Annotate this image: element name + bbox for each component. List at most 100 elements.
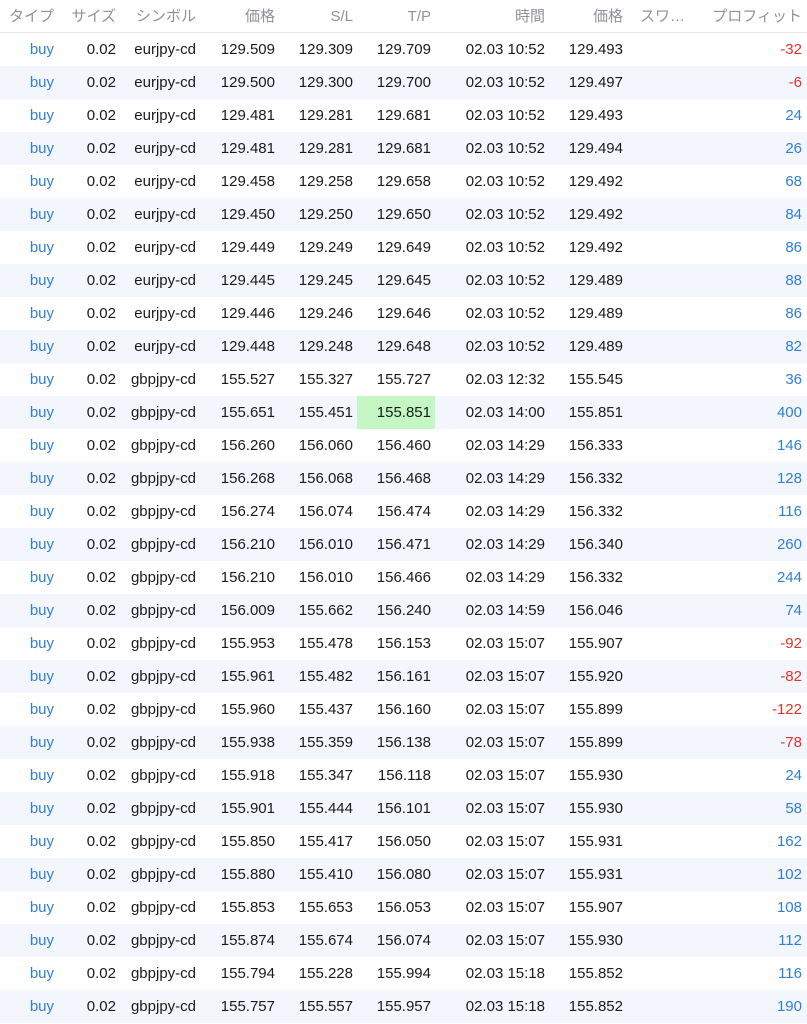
type-cell[interactable]: buy [0, 627, 54, 660]
table-row[interactable]: buy 0.02 gbpjpy-cd 156.009 155.662 156.240 02.… [0, 594, 807, 627]
time-cell: 02.03 15:07 [465, 800, 545, 817]
swap-cell [640, 660, 688, 693]
table-row[interactable]: buy 0.02 gbpjpy-cd 156.260 156.060 156.460 02.… [0, 429, 807, 462]
symbol-cell: gbpjpy-cd [130, 602, 196, 619]
take-profit-cell: 156.240 [376, 602, 431, 619]
type-cell[interactable]: buy [0, 726, 54, 759]
table-row[interactable]: buy 0.02 gbpjpy-cd 156.274 156.074 156.474 02.… [0, 495, 807, 528]
type-cell[interactable]: buy [0, 231, 54, 264]
table-row[interactable]: buy 0.02 gbpjpy-cd 155.960 155.437 156.160 02.… [0, 693, 807, 726]
table-row[interactable]: buy 0.02 gbpjpy-cd 155.880 155.410 156.080 02.… [0, 858, 807, 891]
profit-cell: -6 [788, 74, 802, 91]
table-row[interactable]: buy 0.02 gbpjpy-cd 155.757 155.557 155.957 02.… [0, 990, 807, 1023]
header-price[interactable]: 価格 [200, 0, 275, 33]
profit-cell: 74 [785, 602, 802, 619]
table-row[interactable]: buy 0.02 gbpjpy-cd 155.850 155.417 156.050 02.… [0, 825, 807, 858]
type-cell[interactable]: buy [0, 924, 54, 957]
header-time[interactable]: 時間 [436, 0, 545, 33]
profit-cell: 244 [776, 569, 802, 586]
table-row[interactable]: buy 0.02 gbpjpy-cd 156.268 156.068 156.468 02.… [0, 462, 807, 495]
table-row[interactable]: buy 0.02 gbpjpy-cd 155.794 155.228 155.994 02.… [0, 957, 807, 990]
table-row[interactable]: buy 0.02 eurjpy-cd 129.481 129.281 129.681 02.… [0, 99, 807, 132]
table-row[interactable]: buy 0.02 eurjpy-cd 129.445 129.245 129.645 02.… [0, 264, 807, 297]
table-row[interactable]: buy 0.02 gbpjpy-cd 155.961 155.482 156.161 02.… [0, 660, 807, 693]
type-cell[interactable]: buy [0, 462, 54, 495]
header-size[interactable]: サイズ [60, 0, 116, 33]
type-cell[interactable]: buy [0, 99, 54, 132]
swap-cell [640, 495, 688, 528]
swap-cell [640, 891, 688, 924]
type-cell[interactable]: buy [0, 660, 54, 693]
type-cell[interactable]: buy [0, 429, 54, 462]
take-profit-cell: 156.474 [376, 503, 431, 520]
type-cell[interactable]: buy [0, 165, 54, 198]
current-price-cell: 129.492 [568, 206, 623, 223]
stop-loss-cell: 155.451 [298, 404, 353, 421]
symbol-cell: gbpjpy-cd [130, 734, 196, 751]
type-cell[interactable]: buy [0, 990, 54, 1023]
header-profit[interactable]: プロフィット [700, 0, 802, 33]
symbol-cell: eurjpy-cd [134, 305, 196, 322]
table-row[interactable]: buy 0.02 eurjpy-cd 129.509 129.309 129.709 02.… [0, 33, 807, 66]
table-row[interactable]: buy 0.02 eurjpy-cd 129.446 129.246 129.646 02.… [0, 297, 807, 330]
type-cell[interactable]: buy [0, 957, 54, 990]
swap-cell [640, 693, 688, 726]
size-cell: 0.02 [86, 602, 116, 619]
table-row[interactable]: buy 0.02 eurjpy-cd 129.481 129.281 129.681 02.… [0, 132, 807, 165]
type-cell[interactable]: buy [0, 198, 54, 231]
take-profit-cell: 129.681 [376, 140, 431, 157]
type-cell[interactable]: buy [0, 891, 54, 924]
type-cell[interactable]: buy [0, 693, 54, 726]
profit-cell: 400 [776, 404, 802, 421]
type-cell[interactable]: buy [0, 825, 54, 858]
header-type[interactable]: タイプ [0, 0, 54, 33]
table-row[interactable]: buy 0.02 gbpjpy-cd 155.938 155.359 156.138 02.… [0, 726, 807, 759]
table-row[interactable]: buy 0.02 gbpjpy-cd 156.210 156.010 156.466 02.… [0, 561, 807, 594]
table-row[interactable]: buy 0.02 gbpjpy-cd 155.874 155.674 156.074 02.… [0, 924, 807, 957]
symbol-cell: gbpjpy-cd [130, 965, 196, 982]
stop-loss-cell: 155.437 [298, 701, 353, 718]
stop-loss-cell: 129.246 [298, 305, 353, 322]
type-cell[interactable]: buy [0, 363, 54, 396]
table-row[interactable]: buy 0.02 eurjpy-cd 129.458 129.258 129.658 02.… [0, 165, 807, 198]
header-tp[interactable]: T/P [357, 0, 435, 33]
type-cell[interactable]: buy [0, 330, 54, 363]
table-row[interactable]: buy 0.02 gbpjpy-cd 155.527 155.327 155.727 02.… [0, 363, 807, 396]
open-price-cell: 129.446 [220, 305, 275, 322]
type-cell[interactable]: buy [0, 495, 54, 528]
table-row[interactable]: buy 0.02 eurjpy-cd 129.450 129.250 129.650 02.… [0, 198, 807, 231]
table-row[interactable]: buy 0.02 eurjpy-cd 129.500 129.300 129.700 02.… [0, 66, 807, 99]
profit-cell: 86 [785, 305, 802, 322]
header-symbol[interactable]: シンボル [122, 0, 196, 33]
header-current-price[interactable]: 価格 [548, 0, 623, 33]
table-row[interactable]: buy 0.02 eurjpy-cd 129.448 129.248 129.648 02.… [0, 330, 807, 363]
type-cell[interactable]: buy [0, 858, 54, 891]
table-row[interactable]: buy 0.02 gbpjpy-cd 155.651 155.451 155.851 02.… [0, 396, 807, 429]
table-row[interactable]: buy 0.02 gbpjpy-cd 155.901 155.444 156.101 02.… [0, 792, 807, 825]
profit-cell: -122 [771, 701, 802, 718]
take-profit-cell: 155.727 [376, 371, 431, 388]
type-cell[interactable]: buy [0, 759, 54, 792]
table-row[interactable]: buy 0.02 eurjpy-cd 129.449 129.249 129.649 02.… [0, 231, 807, 264]
table-row[interactable]: buy 0.02 gbpjpy-cd 155.853 155.653 156.053 02.… [0, 891, 807, 924]
current-price-cell: 155.920 [568, 668, 623, 685]
stop-loss-cell: 155.444 [298, 800, 353, 817]
table-row[interactable]: buy 0.02 gbpjpy-cd 155.953 155.478 156.153 02.… [0, 627, 807, 660]
type-cell[interactable]: buy [0, 33, 54, 66]
table-row[interactable]: buy 0.02 gbpjpy-cd 155.918 155.347 156.118 02.… [0, 759, 807, 792]
header-sl[interactable]: S/L [278, 0, 353, 33]
type-cell[interactable]: buy [0, 561, 54, 594]
type-cell[interactable]: buy [0, 396, 54, 429]
type-cell[interactable]: buy [0, 297, 54, 330]
table-row[interactable]: buy 0.02 gbpjpy-cd 156.210 156.010 156.471 02.… [0, 528, 807, 561]
stop-loss-cell: 129.258 [298, 173, 353, 190]
type-cell[interactable]: buy [0, 528, 54, 561]
type-cell[interactable]: buy [0, 66, 54, 99]
type-cell[interactable]: buy [0, 264, 54, 297]
swap-cell [640, 924, 688, 957]
type-cell[interactable]: buy [0, 594, 54, 627]
take-profit-cell: 129.646 [376, 305, 431, 322]
header-swap[interactable]: スワ… [640, 0, 688, 33]
type-cell[interactable]: buy [0, 132, 54, 165]
type-cell[interactable]: buy [0, 792, 54, 825]
